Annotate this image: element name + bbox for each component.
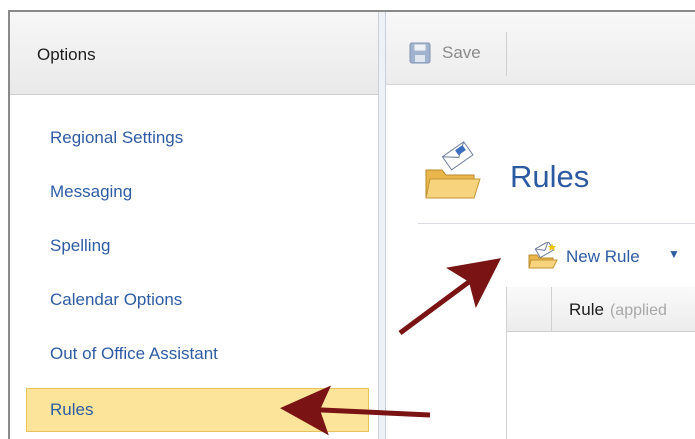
sidebar-item-calendar-options[interactable]: Calendar Options <box>50 290 182 310</box>
options-sidebar: Options Regional Settings Messaging Spel… <box>10 12 379 439</box>
grid-select-column[interactable] <box>507 287 552 331</box>
sidebar-header: Options <box>10 12 378 95</box>
toolbar: Save <box>386 12 695 85</box>
sidebar-item-label: Rules <box>50 400 94 419</box>
sidebar-item-spelling[interactable]: Spelling <box>50 236 111 256</box>
caret-down-icon[interactable]: ▼ <box>668 247 680 261</box>
sidebar-item-messaging[interactable]: Messaging <box>50 182 132 202</box>
column-header-rule[interactable]: Rule (applied <box>569 300 667 320</box>
rules-grid: Rule (applied <box>506 287 695 439</box>
column-header-label: Rule <box>569 300 604 319</box>
divider <box>418 223 695 224</box>
save-label: Save <box>442 43 481 62</box>
toolbar-separator <box>506 32 507 76</box>
page-title: Rules <box>510 159 590 194</box>
options-window: Options Regional Settings Messaging Spel… <box>8 10 695 439</box>
folder-with-mail-icon <box>425 141 481 199</box>
floppy-disk-icon <box>409 42 431 64</box>
panel-splitter[interactable] <box>379 12 386 439</box>
rules-pane: Save Rules New Rule ▼ Rule (applied <box>386 12 695 439</box>
sidebar-item-out-of-office-assistant[interactable]: Out of Office Assistant <box>50 344 218 364</box>
folder-add-icon <box>528 242 558 269</box>
grid-header: Rule (applied <box>507 287 695 332</box>
column-header-note: (applied <box>609 302 667 319</box>
new-rule-label: New Rule <box>566 247 640 266</box>
sidebar-item-regional-settings[interactable]: Regional Settings <box>50 128 183 148</box>
sidebar-title: Options <box>37 45 96 64</box>
sidebar-item-rules[interactable]: Rules <box>26 388 369 432</box>
